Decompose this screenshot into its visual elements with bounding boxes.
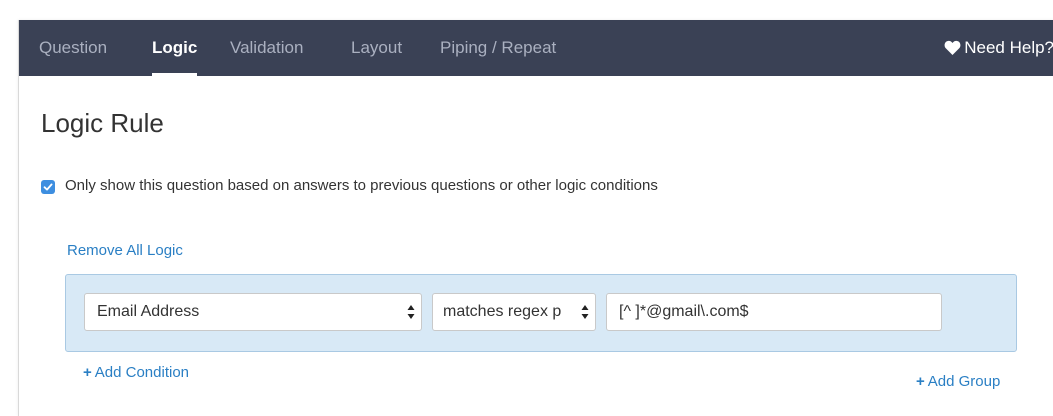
logic-panel: Question Logic Validation Layout Piping … [18,20,1053,416]
plus-icon: + [916,373,925,390]
condition-group: Email Address matches regex p [^ ]*@gmai… [65,274,1017,352]
add-group-label: Add Group [927,373,1001,390]
tab-logic[interactable]: Logic [152,20,198,76]
add-condition-label: Add Condition [94,364,189,381]
plus-icon: + [83,364,92,381]
condition-value-input[interactable]: [^ ]*@gmail\.com$ [606,293,942,331]
add-group-link[interactable]: + Add Group [916,373,1000,390]
tab-piping-repeat[interactable]: Piping / Repeat [440,20,556,76]
field-select-value: Email Address [97,303,200,320]
operator-select[interactable]: matches regex p [432,293,596,331]
checkmark-icon [43,183,53,191]
tab-validation[interactable]: Validation [230,20,303,76]
need-help-link[interactable]: Need Help? [944,20,1053,76]
select-arrows-icon [407,305,415,319]
field-select[interactable]: Email Address [84,293,422,331]
heart-icon [944,40,961,55]
logic-checkbox-label: Only show this question based on answers… [65,177,658,194]
tab-bar: Question Logic Validation Layout Piping … [19,20,1053,76]
add-condition-link[interactable]: + Add Condition [83,364,189,381]
remove-all-logic-link[interactable]: Remove All Logic [67,242,183,259]
select-arrows-icon [581,303,589,321]
tab-layout[interactable]: Layout [351,20,402,76]
logic-checkbox[interactable] [41,180,55,194]
tab-question[interactable]: Question [39,20,107,76]
operator-select-value: matches regex p [443,303,562,320]
need-help-label: Need Help? [964,38,1053,57]
condition-value-text: [^ ]*@gmail\.com$ [619,303,749,320]
page-title: Logic Rule [41,108,164,138]
